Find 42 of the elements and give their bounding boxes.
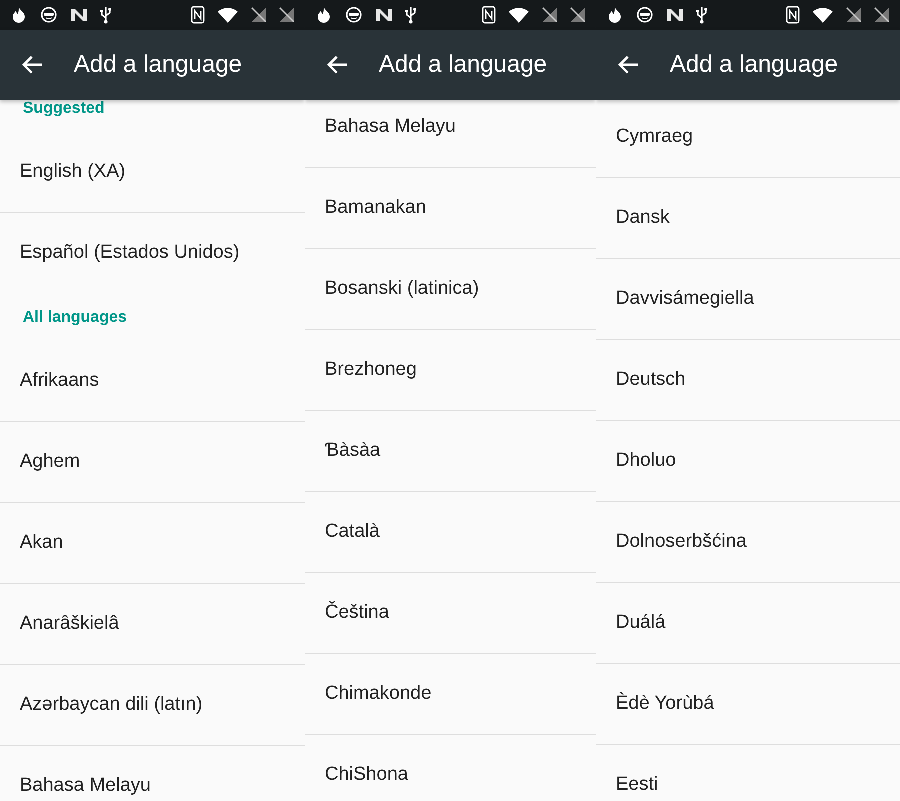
language-item[interactable]: Deutsch: [596, 340, 900, 421]
language-item[interactable]: Duálá: [596, 583, 900, 664]
face-icon: [40, 7, 58, 23]
n-logo-icon: [666, 7, 684, 23]
flame-icon: [10, 6, 28, 24]
usb-icon: [405, 6, 417, 24]
back-arrow-icon[interactable]: [22, 55, 44, 75]
face-icon: [636, 7, 654, 23]
section-header: All languages: [22, 308, 128, 328]
screen-title: Add a language: [379, 50, 548, 80]
wifi-icon: [812, 7, 834, 23]
no-sim-icon: [874, 7, 890, 23]
back-arrow-icon[interactable]: [618, 55, 640, 75]
face-icon: [345, 7, 363, 23]
wifi-icon: [508, 7, 530, 23]
screen-title: Add a language: [670, 50, 838, 80]
language-item[interactable]: Español (Estados Unidos): [0, 213, 305, 294]
usb-icon: [100, 6, 112, 24]
nfc-icon: [191, 6, 205, 24]
no-sim-icon: [846, 7, 862, 23]
language-item[interactable]: Èdè Yorùbá: [596, 664, 900, 745]
language-item[interactable]: Cymraeg: [596, 100, 900, 178]
nfc-icon: [786, 6, 800, 24]
wifi-icon: [217, 7, 239, 23]
language-item[interactable]: Eesti: [596, 745, 900, 801]
no-sim-icon: [570, 7, 586, 23]
section-header: Suggested: [22, 100, 106, 119]
language-item[interactable]: Dansk: [596, 178, 900, 259]
no-sim-icon: [542, 7, 558, 23]
language-item[interactable]: Dolnoserbšćina: [596, 502, 900, 583]
no-sim-icon: [251, 7, 267, 23]
usb-icon: [696, 6, 708, 24]
language-item[interactable]: Davvisámegiella: [596, 259, 900, 340]
flame-icon: [315, 6, 333, 24]
n-logo-icon: [70, 7, 88, 23]
nfc-icon: [482, 6, 496, 24]
language-item[interactable]: Dholuo: [596, 421, 900, 502]
back-arrow-icon[interactable]: [327, 55, 349, 75]
screen-title: Add a language: [74, 50, 242, 80]
n-logo-icon: [375, 7, 393, 23]
no-sim-icon: [279, 7, 295, 23]
flame-icon: [606, 6, 624, 24]
